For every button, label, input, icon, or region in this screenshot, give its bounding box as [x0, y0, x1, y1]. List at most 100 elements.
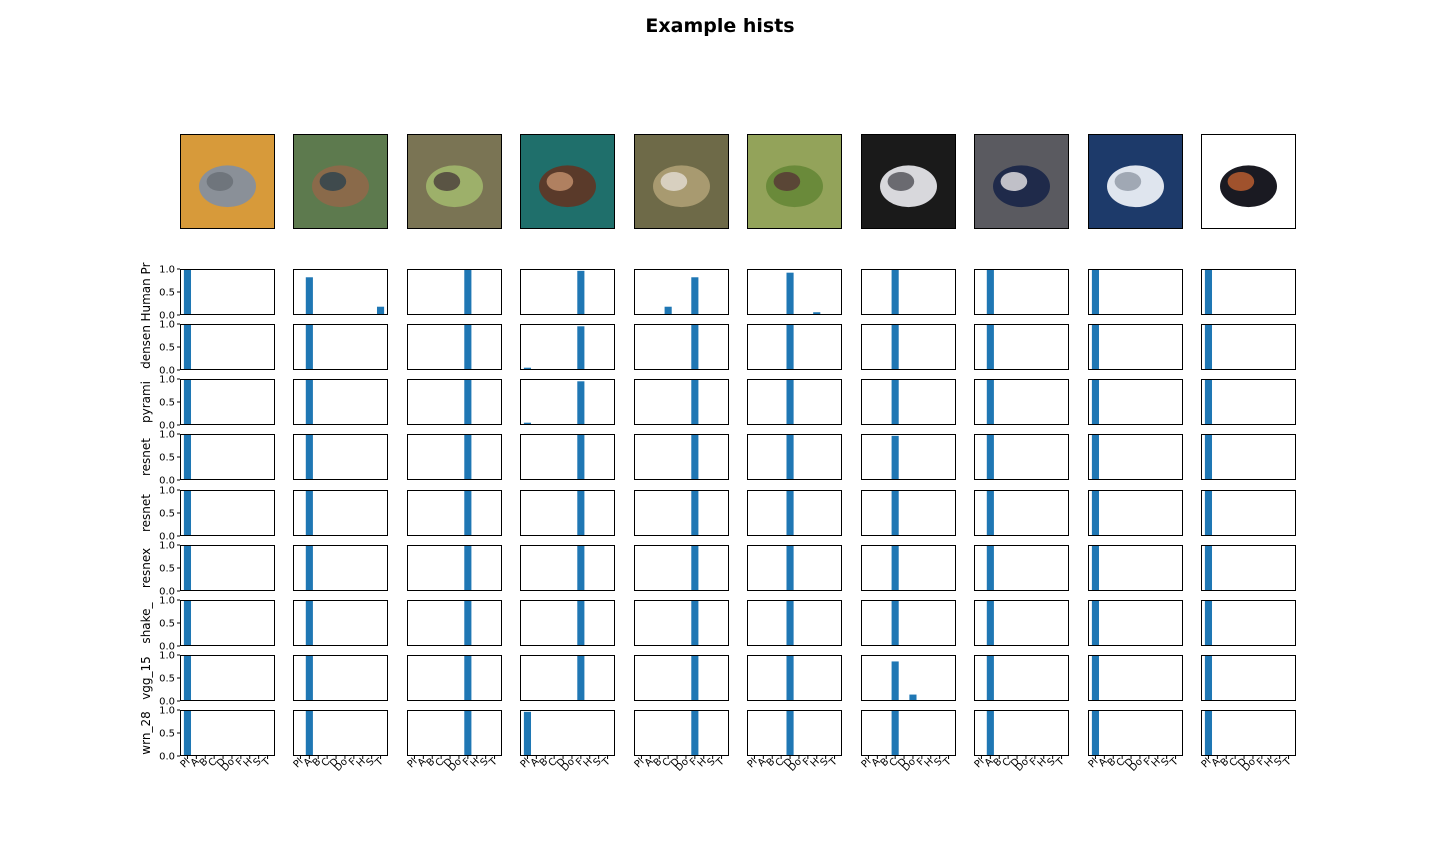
hist-frame [407, 710, 502, 756]
row-label: resnet [139, 438, 153, 476]
hist-frame [634, 434, 729, 480]
hist-panel [293, 324, 388, 370]
hist-panel [180, 434, 275, 480]
hist-bar [691, 600, 699, 646]
hist-panel [1201, 324, 1296, 370]
hist-panel [293, 545, 388, 591]
figure-title: Example hists [645, 15, 794, 37]
hist-frame [1088, 710, 1183, 756]
hist-bar [891, 324, 899, 370]
hist-panel [747, 490, 842, 536]
hist-panel [1088, 545, 1183, 591]
hist-frame [180, 655, 275, 701]
hist-bar [691, 434, 699, 480]
hist-frame [747, 655, 842, 701]
hist-panel [520, 545, 615, 591]
x-tick-label: T [487, 756, 500, 769]
hist-bar [986, 379, 994, 425]
hist-panel [407, 379, 502, 425]
y-tick-label: 0.5 [159, 729, 175, 740]
sample-image-1 [180, 134, 275, 229]
hist-panel [407, 545, 502, 591]
hist-frame [1201, 710, 1296, 756]
hist-bar [891, 379, 899, 425]
hist-frame [861, 600, 956, 646]
hist-panel [747, 269, 842, 315]
hist-panel [1201, 379, 1296, 425]
hist-panel [974, 600, 1069, 646]
hist-bar [664, 306, 672, 315]
hist-frame [747, 710, 842, 756]
hist-bar [183, 269, 192, 315]
hist-bar [1091, 269, 1100, 315]
hist-panel [861, 434, 956, 480]
figure: Example hists Human Pr 0.00.51.0densen0.0… [139, 15, 1296, 774]
hist-frame [520, 269, 615, 315]
hist-bar [577, 545, 585, 591]
hist-panel [293, 490, 388, 536]
hist-panel [861, 600, 956, 646]
hist-bar [1091, 379, 1100, 425]
hist-panel [293, 600, 388, 646]
hist-bar [183, 600, 192, 646]
hist-frame [861, 269, 956, 315]
y-tick-label: 1.0 [159, 706, 175, 717]
hist-bar [1091, 710, 1100, 756]
hist-panel [634, 434, 729, 480]
hist-bar [786, 545, 794, 591]
hist-frame [520, 490, 615, 536]
hist-panel [747, 434, 842, 480]
y-tick-label: 0.5 [159, 398, 175, 409]
hist-panel [1088, 379, 1183, 425]
hist-bar [1204, 545, 1213, 591]
hist-panel [520, 434, 615, 480]
x-tick-label: T [1168, 756, 1181, 769]
hist-panel: PlABCDDoFHST [519, 710, 615, 774]
hist-panel [974, 269, 1069, 315]
hist-frame [180, 434, 275, 480]
hist-frame [747, 269, 842, 315]
hist-frame [861, 545, 956, 591]
image-detail [887, 172, 915, 191]
hist-frame [1201, 379, 1296, 425]
hist-frame [407, 600, 502, 646]
hist-bar [577, 490, 585, 536]
hist-bar [691, 710, 699, 756]
hist-bar [464, 269, 472, 315]
hist-panel [861, 269, 956, 315]
hist-bar [1204, 600, 1213, 646]
row-label: wrn_28 [139, 711, 153, 754]
hist-panel [180, 490, 275, 536]
hist-bar [464, 490, 472, 536]
hist-bar [786, 655, 794, 701]
hist-frame [634, 324, 729, 370]
hist-panel [747, 655, 842, 701]
hist-panel [634, 545, 729, 591]
hist-frame [407, 379, 502, 425]
hist-frame [180, 545, 275, 591]
image-detail [319, 172, 347, 191]
row-label: resnet [139, 494, 153, 532]
y-tick-label: 1.0 [159, 375, 175, 386]
y-tick-label: 0.5 [159, 343, 175, 354]
hist-bar [464, 710, 472, 756]
hist-bar [986, 545, 994, 591]
hist-panel [1088, 434, 1183, 480]
hist-panel [861, 490, 956, 536]
hist-frame [1201, 600, 1296, 646]
row-label: densen [139, 325, 153, 369]
y-tick-label: 0.5 [159, 288, 175, 299]
y-tick-label: 1.0 [159, 596, 175, 607]
y-tick-label: 1.0 [159, 430, 175, 441]
hist-frame [1088, 600, 1183, 646]
hist-panel [1088, 324, 1183, 370]
y-tick-label: 0.5 [159, 509, 175, 520]
hist-bar [305, 379, 313, 425]
hist-frame [1088, 655, 1183, 701]
x-tick-label: T [600, 756, 613, 769]
hist-frame [634, 710, 729, 756]
sample-image-4 [520, 134, 615, 229]
hist-bar [183, 545, 192, 591]
hist-frame [520, 600, 615, 646]
hist-bar [1204, 434, 1213, 480]
